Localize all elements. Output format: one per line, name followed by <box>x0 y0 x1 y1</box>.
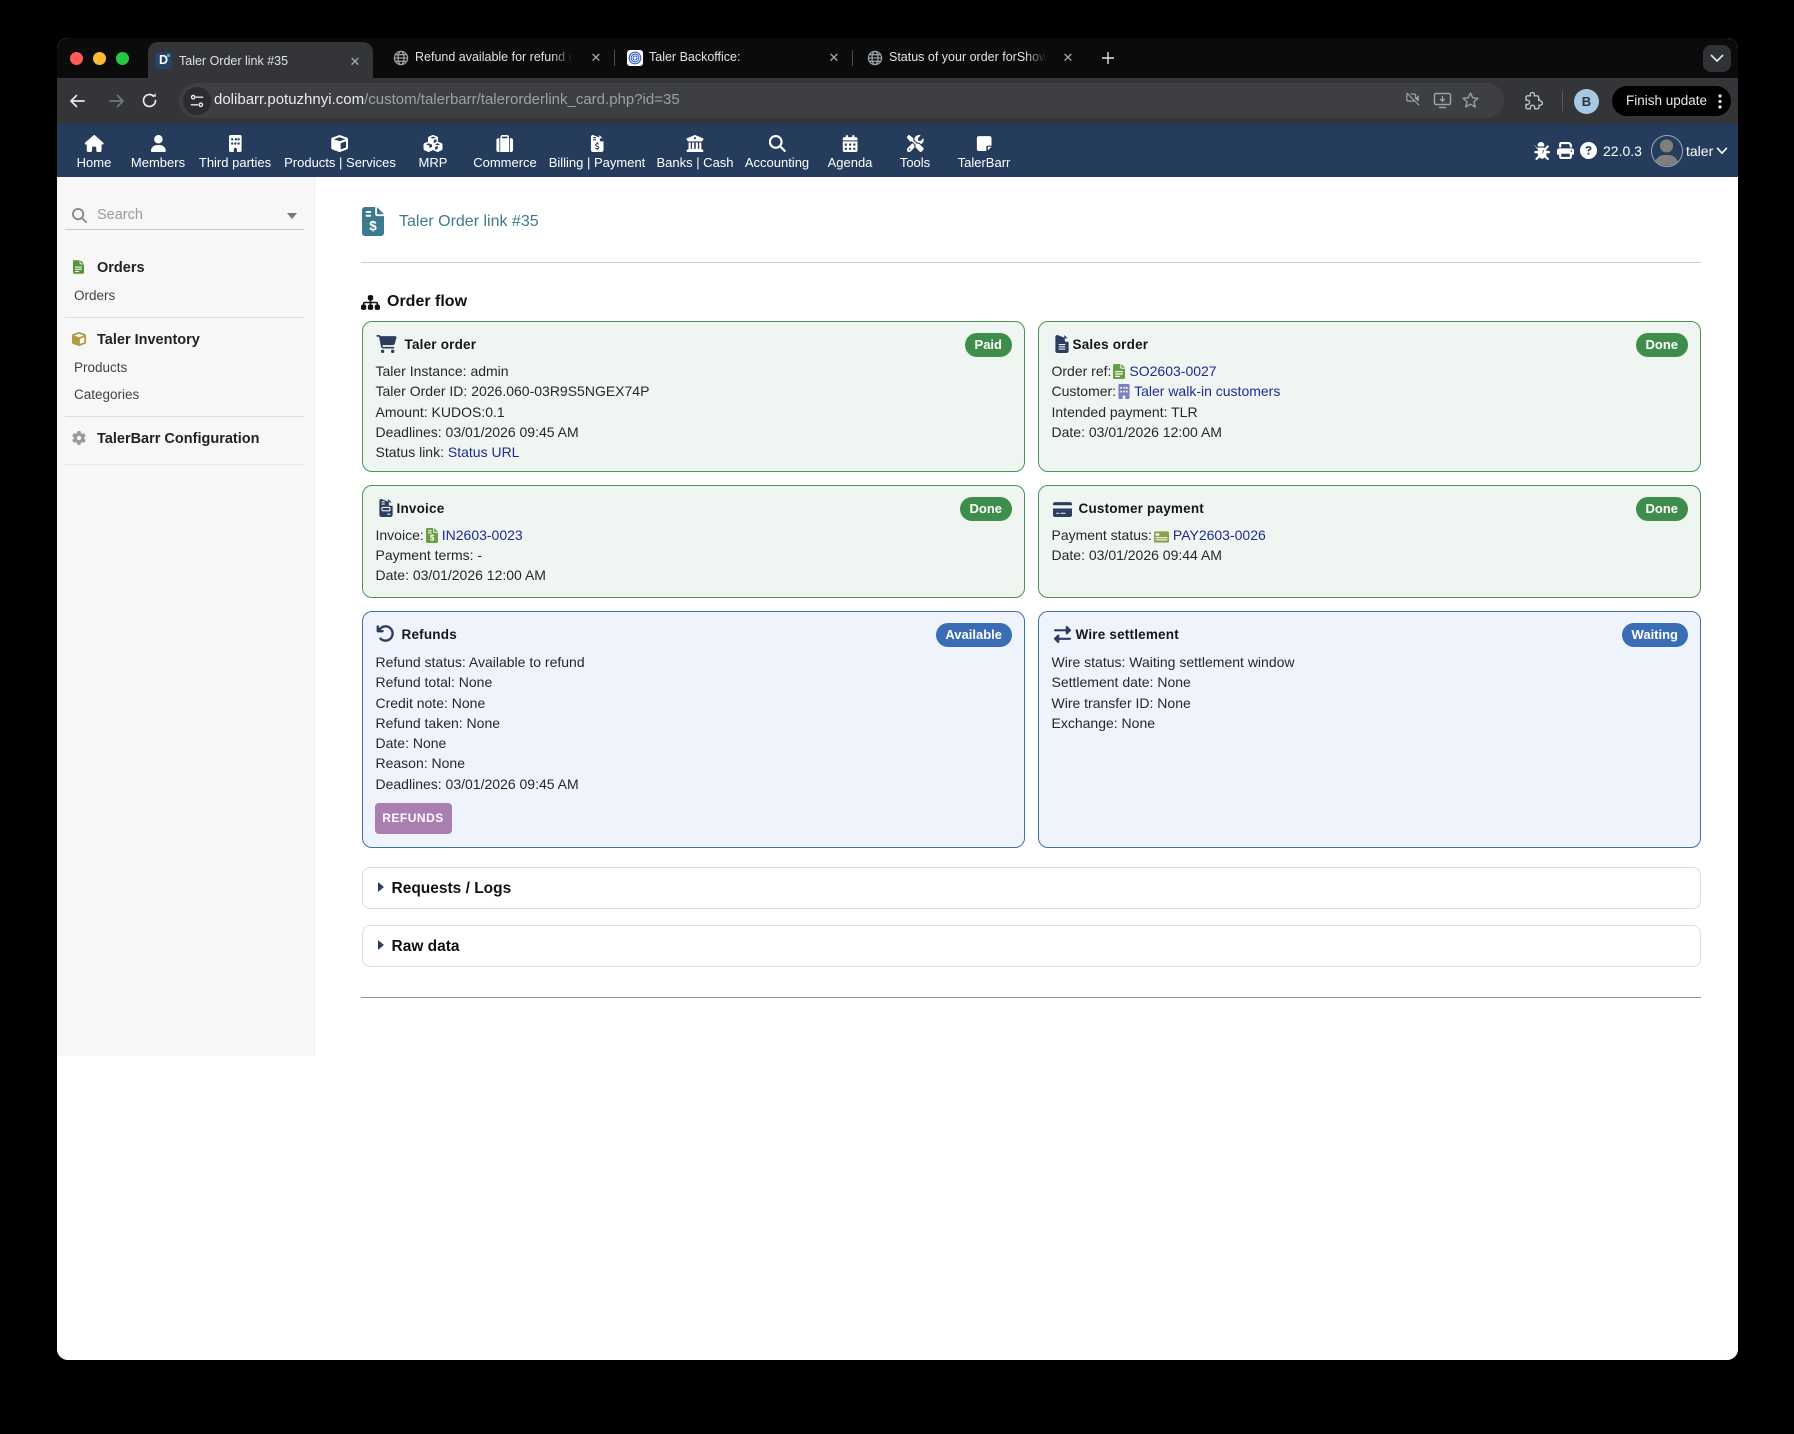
svg-text:$: $ <box>369 219 377 234</box>
svg-text:$: $ <box>430 533 435 542</box>
